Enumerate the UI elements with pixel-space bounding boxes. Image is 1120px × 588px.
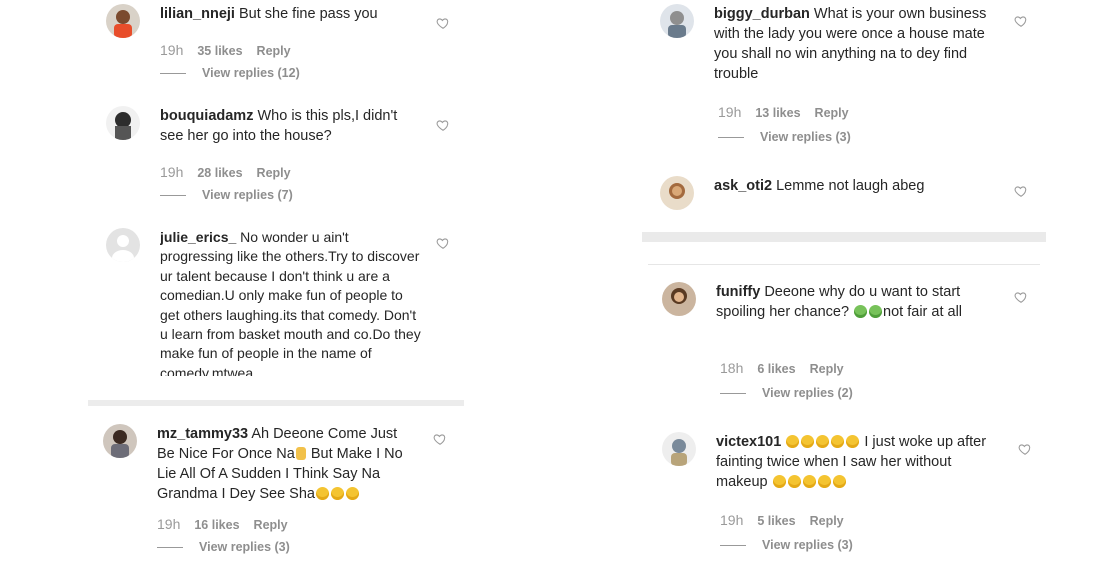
username[interactable]: julie_erics_ (160, 229, 236, 245)
comment-lilian-nneji: lilian_nneji But she fine pass you 19h 35… (106, 4, 464, 94)
laughing-emoji (315, 487, 329, 500)
reply-button[interactable]: Reply (257, 44, 291, 58)
divider (157, 547, 183, 549)
username[interactable]: bouquiadamz (160, 108, 253, 124)
nauseated-face-emoji (854, 305, 868, 318)
comment-text-cont: not fair at all (883, 304, 963, 320)
heart-icon[interactable] (436, 118, 450, 132)
view-replies-button[interactable]: View replies (2) (720, 386, 853, 400)
comment-text: But she fine pass you (238, 6, 378, 22)
avatar[interactable] (660, 176, 694, 210)
laughing-emoji (772, 475, 786, 488)
avatar[interactable] (103, 424, 137, 458)
comment-meta: 19h 13 likes Reply (718, 104, 849, 120)
username[interactable]: lilian_nneji (160, 6, 235, 22)
heart-icon[interactable] (436, 236, 450, 250)
comment-meta: 19h 28 likes Reply (160, 164, 291, 180)
heart-icon[interactable] (436, 16, 450, 30)
comment-time: 19h (160, 164, 184, 180)
avatar[interactable] (106, 4, 140, 38)
panel-divider (642, 232, 1046, 242)
laughing-emoji (831, 435, 845, 448)
panel-divider (88, 400, 464, 406)
avatar[interactable] (660, 4, 694, 38)
comment-biggy-durban: biggy_durban What is your own business w… (660, 4, 1040, 154)
comment-time: 19h (160, 42, 184, 58)
username[interactable]: mz_tammy33 (157, 426, 248, 442)
divider (720, 545, 746, 547)
likes-count[interactable]: 5 likes (757, 514, 795, 528)
nauseated-face-emoji (869, 305, 883, 318)
username[interactable]: victex101 (716, 434, 781, 450)
divider (160, 195, 186, 197)
comment-funiffy: funiffy Deeone why do u want to start sp… (662, 282, 1042, 412)
laughing-emoji (832, 475, 846, 488)
username[interactable]: funiffy (716, 284, 760, 300)
laughing-emoji (787, 475, 801, 488)
comment-victex101: victex101 I just woke up after fainting … (662, 432, 1042, 562)
view-replies-button[interactable]: View replies (3) (157, 540, 290, 554)
reply-button[interactable]: Reply (254, 518, 288, 532)
laughing-emoji (345, 487, 359, 500)
avatar[interactable] (106, 106, 140, 140)
avatar[interactable] (106, 228, 140, 262)
reply-button[interactable]: Reply (810, 514, 844, 528)
view-replies-button[interactable]: View replies (7) (160, 188, 293, 202)
comment-ask-oti2: ask_oti2 Lemme not laugh abeg (660, 176, 1040, 216)
heart-icon[interactable] (1014, 290, 1028, 304)
comment-meta: 18h 6 likes Reply (720, 360, 844, 376)
comment-text: No wonder u ain't progressing like the o… (160, 229, 421, 376)
divider (160, 73, 186, 75)
comment-time: 19h (157, 516, 181, 532)
laughing-emoji (802, 475, 816, 488)
heart-icon[interactable] (1014, 184, 1028, 198)
reply-button[interactable]: Reply (815, 106, 849, 120)
laughing-emoji (817, 475, 831, 488)
avatar[interactable] (662, 282, 696, 316)
avatar[interactable] (662, 432, 696, 466)
heart-icon[interactable] (1014, 14, 1028, 28)
folded-hands-emoji (295, 447, 306, 460)
laughing-emoji (816, 435, 830, 448)
comment-julie-erics: julie_erics_ No wonder u ain't progressi… (106, 228, 464, 388)
laughing-emoji (330, 487, 344, 500)
likes-count[interactable]: 16 likes (194, 518, 239, 532)
laughing-emoji (801, 435, 815, 448)
comment-bouquiadamz: bouquiadamz Who is this pls,I didn't see… (106, 106, 464, 206)
comment-text: Lemme not laugh abeg (776, 178, 925, 194)
likes-count[interactable]: 28 likes (197, 166, 242, 180)
separator-line (648, 264, 1040, 265)
comment-meta: 19h 35 likes Reply (160, 42, 291, 58)
laughing-emoji (786, 435, 800, 448)
heart-icon[interactable] (433, 432, 447, 446)
laughing-emoji (846, 435, 860, 448)
reply-button[interactable]: Reply (257, 166, 291, 180)
divider (718, 137, 744, 139)
username[interactable]: biggy_durban (714, 6, 810, 22)
comment-meta: 19h 5 likes Reply (720, 512, 844, 528)
divider (720, 393, 746, 395)
comment-time: 19h (720, 512, 744, 528)
likes-count[interactable]: 6 likes (757, 362, 795, 376)
reply-button[interactable]: Reply (810, 362, 844, 376)
view-replies-button[interactable]: View replies (3) (720, 538, 853, 552)
comment-meta: 19h 16 likes Reply (157, 516, 288, 532)
username[interactable]: ask_oti2 (714, 178, 772, 194)
view-replies-button[interactable]: View replies (12) (160, 66, 300, 80)
view-replies-button[interactable]: View replies (3) (718, 130, 851, 144)
comment-mz-tammy33: mz_tammy33 Ah Deeone Come Just Be Nice F… (103, 424, 463, 564)
heart-icon[interactable] (1018, 442, 1032, 456)
comment-time: 19h (718, 104, 742, 120)
likes-count[interactable]: 13 likes (755, 106, 800, 120)
left-comments-panel: lilian_nneji But she fine pass you 19h 35… (88, 0, 464, 400)
comment-time: 18h (720, 360, 744, 376)
likes-count[interactable]: 35 likes (197, 44, 242, 58)
